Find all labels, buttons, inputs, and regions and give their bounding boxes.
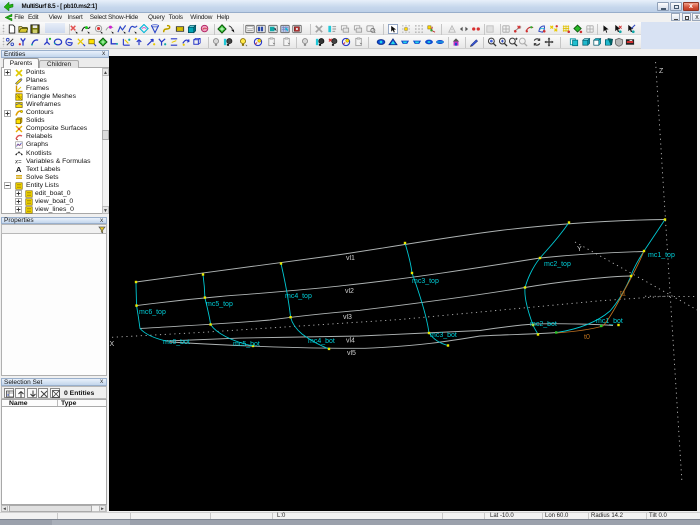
svg-text:Y: Y — [577, 246, 582, 253]
svg-text:mc5_bot: mc5_bot — [233, 341, 260, 348]
svg-text:vl5: vl5 — [347, 350, 356, 357]
svg-text:mc4_top: mc4_top — [285, 293, 312, 300]
svg-text:t1: t1 — [620, 291, 626, 298]
svg-text:vl1: vl1 — [346, 255, 355, 262]
svg-text:mc1_top: mc1_top — [648, 252, 675, 259]
svg-text:vl3: vl3 — [343, 314, 352, 321]
svg-text:mc5_top: mc5_top — [206, 301, 233, 308]
svg-text:mc2_bot: mc2_bot — [530, 321, 557, 328]
svg-text:mc6_top: mc6_top — [139, 309, 166, 316]
svg-text:X: X — [110, 341, 115, 348]
svg-text:t0: t0 — [584, 334, 590, 341]
svg-text:vl4: vl4 — [346, 338, 355, 345]
svg-text:mc4_bot: mc4_bot — [308, 338, 335, 345]
svg-text:mc1_bot: mc1_bot — [596, 318, 623, 325]
svg-text:Z: Z — [659, 68, 664, 75]
svg-text:A: A — [16, 165, 22, 173]
svg-text:mc6_bot: mc6_bot — [163, 339, 190, 346]
svg-text:mc3_top: mc3_top — [412, 278, 439, 285]
svg-text:mc2_top: mc2_top — [544, 261, 571, 268]
svg-text:vl2: vl2 — [345, 288, 354, 295]
svg-text:mc3_bot: mc3_bot — [430, 332, 457, 339]
